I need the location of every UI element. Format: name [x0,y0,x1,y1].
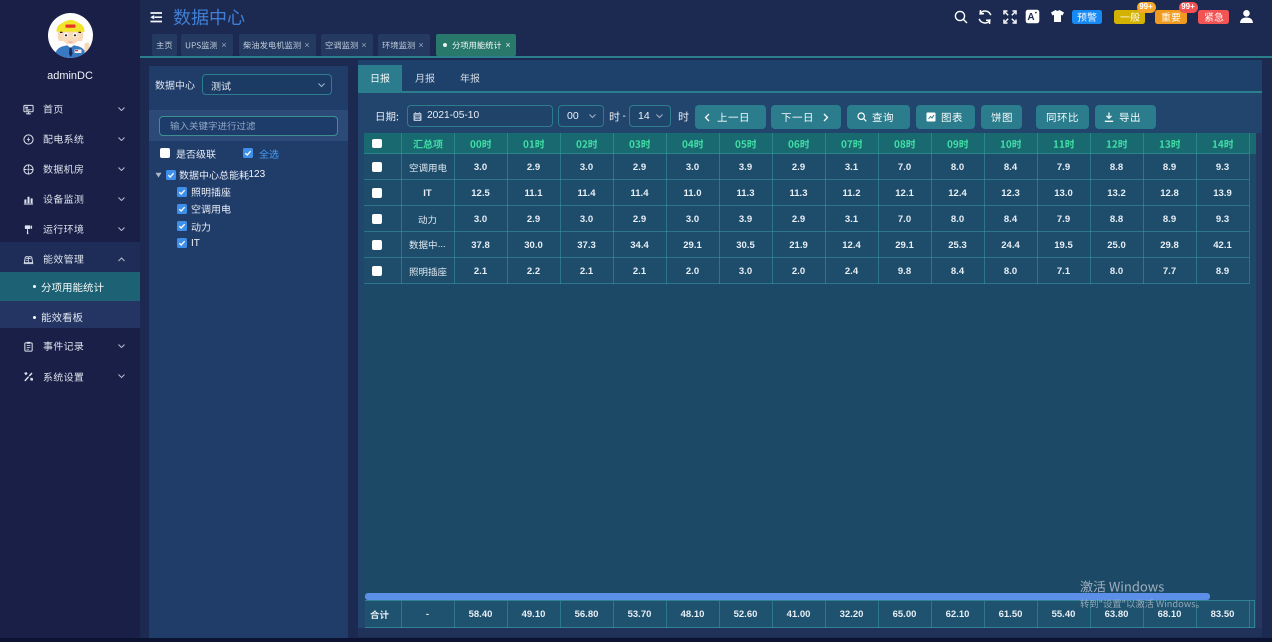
svg-text:A: A [1027,12,1034,23]
